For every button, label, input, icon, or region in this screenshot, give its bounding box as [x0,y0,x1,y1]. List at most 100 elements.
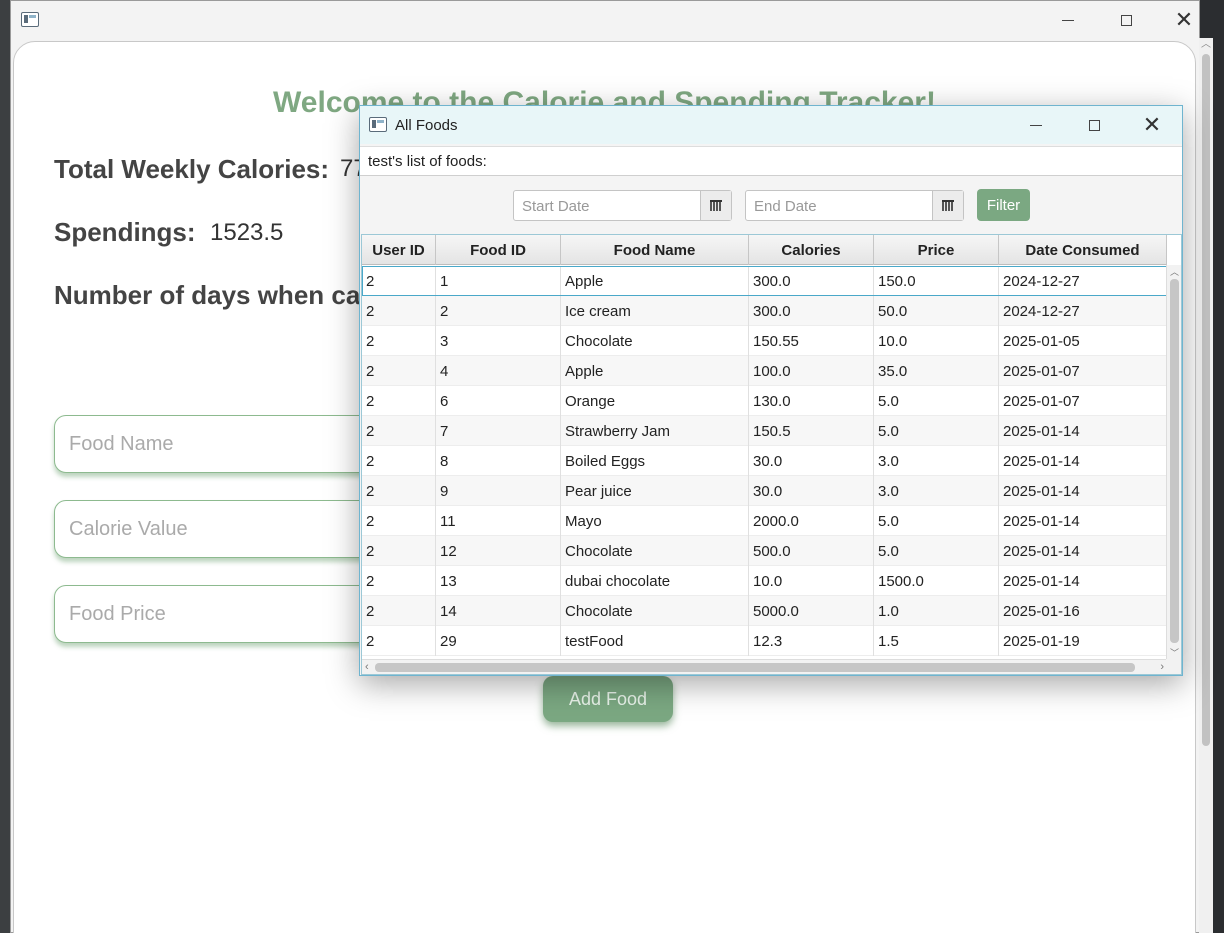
main-scrollbar[interactable]: ︿ [1199,38,1213,933]
cell-food-id[interactable]: 11 [436,506,561,536]
table-row[interactable]: 2 14 Chocolate 5000.0 1.0 2025-01-16 [362,596,1167,626]
cell-food-name[interactable]: Apple [561,356,749,386]
cell-food-id[interactable]: 6 [436,386,561,416]
cell-food-id[interactable]: 9 [436,476,561,506]
cell-date-consumed[interactable]: 2025-01-14 [999,446,1167,476]
cell-food-id[interactable]: 1 [436,266,561,296]
cell-price[interactable]: 1500.0 [874,566,999,596]
cell-food-id[interactable]: 4 [436,356,561,386]
table-row[interactable]: 2 11 Mayo 2000.0 5.0 2025-01-14 [362,506,1167,536]
table-row[interactable]: 2 29 testFood 12.3 1.5 2025-01-19 [362,626,1167,656]
cell-calories[interactable]: 150.55 [749,326,874,356]
cell-user-id[interactable]: 2 [362,356,436,386]
cell-date-consumed[interactable]: 2025-01-05 [999,326,1167,356]
cell-user-id[interactable]: 2 [362,476,436,506]
cell-price[interactable]: 50.0 [874,296,999,326]
table-row[interactable]: 2 8 Boiled Eggs 30.0 3.0 2025-01-14 [362,446,1167,476]
cell-date-consumed[interactable]: 2025-01-19 [999,626,1167,656]
cell-price[interactable]: 35.0 [874,356,999,386]
cell-date-consumed[interactable]: 2025-01-14 [999,476,1167,506]
cell-calories[interactable]: 10.0 [749,566,874,596]
add-food-button[interactable]: Add Food [543,676,673,722]
cell-calories[interactable]: 500.0 [749,536,874,566]
cell-food-name[interactable]: Chocolate [561,326,749,356]
table-hscroll-thumb[interactable] [375,663,1135,672]
start-date-calendar-button[interactable] [700,191,731,220]
cell-food-name[interactable]: Chocolate [561,536,749,566]
cell-food-name[interactable]: Ice cream [561,296,749,326]
table-row[interactable]: 2 4 Apple 100.0 35.0 2025-01-07 [362,356,1167,386]
cell-price[interactable]: 3.0 [874,446,999,476]
cell-user-id[interactable]: 2 [362,626,436,656]
table-horizontal-scrollbar[interactable]: ‹ › [362,659,1168,674]
cell-user-id[interactable]: 2 [362,446,436,476]
cell-calories[interactable]: 130.0 [749,386,874,416]
cell-calories[interactable]: 30.0 [749,446,874,476]
scroll-right-icon[interactable]: › [1160,660,1164,674]
cell-calories[interactable]: 5000.0 [749,596,874,626]
table-row[interactable]: 2 12 Chocolate 500.0 5.0 2025-01-14 [362,536,1167,566]
cell-price[interactable]: 1.5 [874,626,999,656]
end-date-placeholder[interactable]: End Date [754,198,817,215]
cell-user-id[interactable]: 2 [362,596,436,626]
filter-button[interactable]: Filter [977,189,1030,221]
cell-food-id[interactable]: 12 [436,536,561,566]
table-vertical-scrollbar[interactable]: ︿ ﹀ [1166,265,1181,659]
cell-price[interactable]: 5.0 [874,386,999,416]
dialog-minimize-button[interactable] [1016,112,1056,138]
end-date-picker[interactable]: End Date [745,190,964,221]
cell-price[interactable]: 5.0 [874,536,999,566]
column-food-id[interactable]: Food ID [436,235,561,265]
column-food-name[interactable]: Food Name [561,235,749,265]
cell-price[interactable]: 3.0 [874,476,999,506]
cell-food-name[interactable]: Pear juice [561,476,749,506]
cell-food-id[interactable]: 3 [436,326,561,356]
column-date-consumed[interactable]: Date Consumed [999,235,1167,265]
cell-date-consumed[interactable]: 2025-01-14 [999,536,1167,566]
dialog-maximize-button[interactable] [1074,112,1114,138]
cell-price[interactable]: 5.0 [874,416,999,446]
cell-date-consumed[interactable]: 2025-01-07 [999,356,1167,386]
cell-food-name[interactable]: Orange [561,386,749,416]
end-date-calendar-button[interactable] [932,191,963,220]
cell-date-consumed[interactable]: 2024-12-27 [999,296,1167,326]
cell-price[interactable]: 10.0 [874,326,999,356]
table-row[interactable]: 2 6 Orange 130.0 5.0 2025-01-07 [362,386,1167,416]
cell-food-id[interactable]: 29 [436,626,561,656]
table-row[interactable]: 2 3 Chocolate 150.55 10.0 2025-01-05 [362,326,1167,356]
minimize-button[interactable] [1048,7,1088,33]
table-row[interactable]: 2 2 Ice cream 300.0 50.0 2024-12-27 [362,296,1167,326]
cell-price[interactable]: 150.0 [874,266,999,296]
scroll-up-icon[interactable]: ︿ [1199,38,1213,52]
cell-calories[interactable]: 12.3 [749,626,874,656]
cell-user-id[interactable]: 2 [362,536,436,566]
cell-user-id[interactable]: 2 [362,506,436,536]
cell-date-consumed[interactable]: 2025-01-16 [999,596,1167,626]
cell-food-name[interactable]: Chocolate [561,596,749,626]
cell-food-id[interactable]: 7 [436,416,561,446]
cell-calories[interactable]: 2000.0 [749,506,874,536]
cell-price[interactable]: 1.0 [874,596,999,626]
cell-user-id[interactable]: 2 [362,566,436,596]
dialog-close-button[interactable]: ✕ [1132,112,1172,138]
cell-date-consumed[interactable]: 2024-12-27 [999,266,1167,296]
table-row[interactable]: 2 9 Pear juice 30.0 3.0 2025-01-14 [362,476,1167,506]
scroll-up-icon[interactable]: ︿ [1167,265,1182,278]
cell-price[interactable]: 5.0 [874,506,999,536]
cell-calories[interactable]: 30.0 [749,476,874,506]
start-date-placeholder[interactable]: Start Date [522,198,590,215]
cell-date-consumed[interactable]: 2025-01-14 [999,566,1167,596]
cell-food-name[interactable]: dubai chocolate [561,566,749,596]
cell-calories[interactable]: 150.5 [749,416,874,446]
cell-food-id[interactable]: 14 [436,596,561,626]
cell-date-consumed[interactable]: 2025-01-07 [999,386,1167,416]
cell-date-consumed[interactable]: 2025-01-14 [999,506,1167,536]
cell-calories[interactable]: 100.0 [749,356,874,386]
maximize-button[interactable] [1106,7,1146,33]
cell-calories[interactable]: 300.0 [749,266,874,296]
foods-table[interactable]: User ID Food ID Food Name Calories Price… [361,234,1182,675]
scroll-left-icon[interactable]: ‹ [365,660,369,674]
cell-calories[interactable]: 300.0 [749,296,874,326]
cell-user-id[interactable]: 2 [362,416,436,446]
scroll-down-icon[interactable]: ﹀ [1167,646,1182,659]
